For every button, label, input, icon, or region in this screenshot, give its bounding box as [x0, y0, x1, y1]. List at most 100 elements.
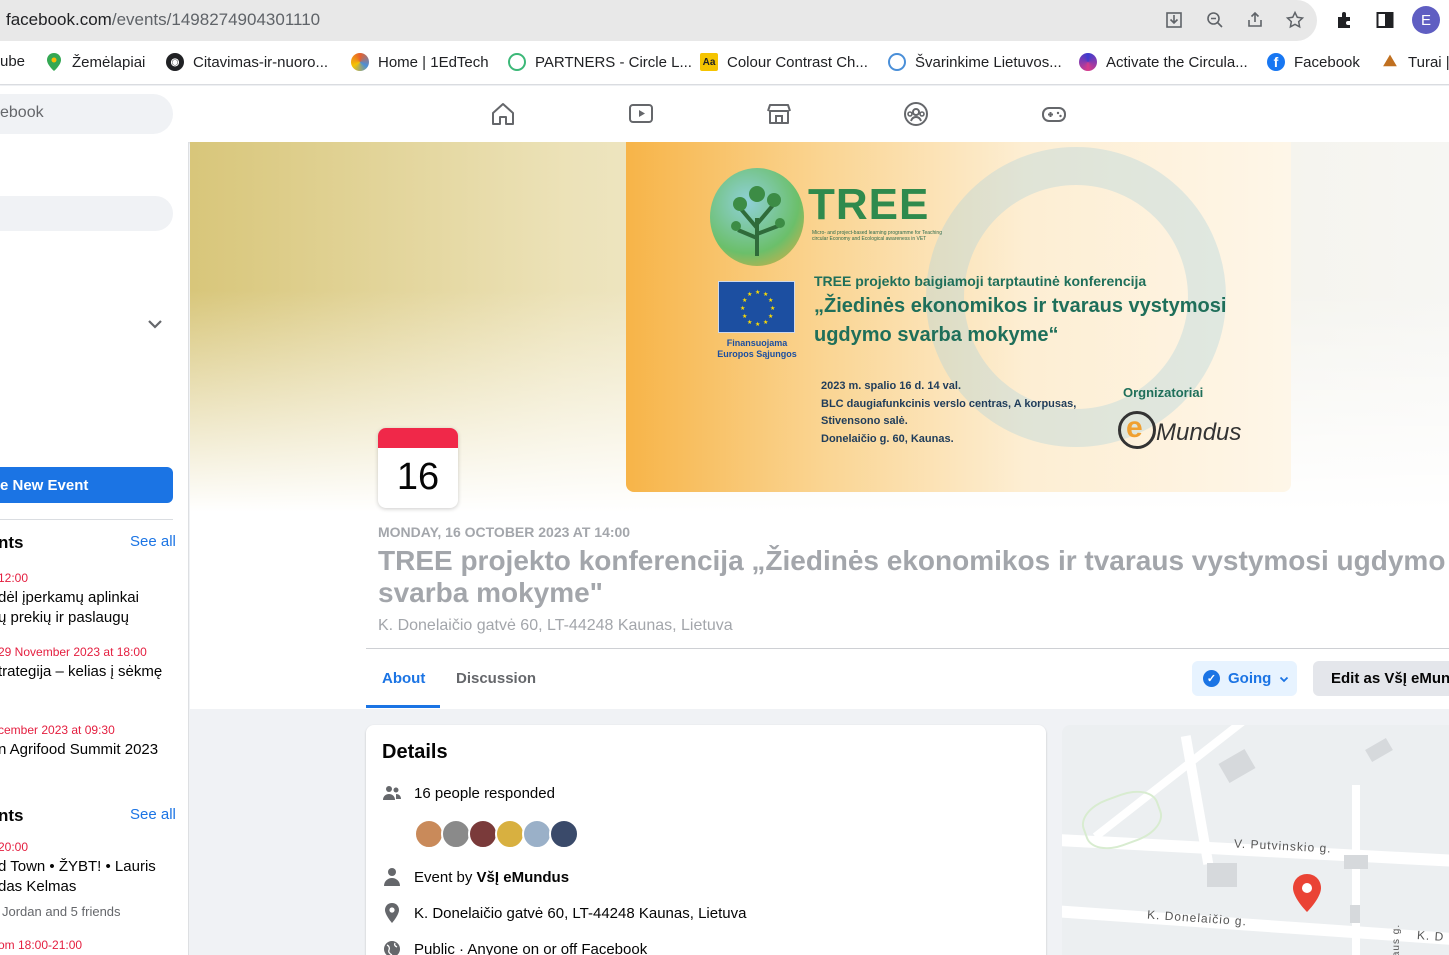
svg-text:★: ★ — [755, 321, 760, 328]
map-street-label: aus g. — [1391, 923, 1403, 955]
events-search-input[interactable] — [0, 196, 173, 231]
map-pin-icon[interactable] — [1292, 873, 1322, 913]
divider — [0, 519, 173, 520]
avatar[interactable] — [414, 819, 444, 849]
calendar-top-bar — [378, 428, 458, 448]
chevron-down-icon[interactable] — [146, 317, 164, 331]
zoom-icon[interactable] — [1203, 8, 1227, 32]
url-text[interactable]: facebook.com/events/1498274904301110 — [6, 10, 320, 30]
tree-brand: TREE — [808, 180, 930, 229]
edit-as-page-button[interactable]: Edit as VšĮ eMundus — [1313, 661, 1449, 696]
tab-discussion[interactable]: Discussion — [456, 670, 536, 687]
event-name[interactable]: trategija – kelias į sėkmę — [0, 662, 162, 682]
privacy-row: Public · Anyone on or off Facebook — [382, 939, 647, 955]
emundus-e-letter: e — [1126, 411, 1143, 444]
svg-text:★: ★ — [742, 313, 747, 320]
marketplace-icon[interactable] — [765, 100, 793, 128]
banner-subtitle: TREE projekto baigiamoji tarptautinė kon… — [814, 273, 1147, 289]
avatar[interactable] — [441, 819, 471, 849]
responded-row[interactable]: 16 people responded — [382, 783, 555, 803]
bookmark-colour-contrast[interactable]: Aa Colour Contrast Ch... — [700, 53, 868, 71]
see-all-link[interactable]: See all — [130, 806, 176, 823]
active-tab-indicator — [366, 705, 440, 708]
event-name[interactable]: das Kelmas — [0, 877, 76, 897]
event-banner: TREE Micro- and project-based learning p… — [626, 142, 1291, 492]
avatar[interactable] — [495, 819, 525, 849]
avatar[interactable] — [522, 819, 552, 849]
circle-lab-icon — [508, 53, 526, 71]
svg-text:★: ★ — [768, 313, 773, 320]
organizers-label: Orgnizatoriai — [1123, 385, 1204, 400]
event-by-row: Event by VšĮ eMundus — [382, 867, 569, 887]
share-icon[interactable] — [1243, 8, 1267, 32]
event-name[interactable]: ų prekių ir paslaugų — [0, 608, 129, 628]
location-row[interactable]: K. Donelaičio gatvė 60, LT-44248 Kaunas,… — [382, 903, 746, 923]
create-new-event-button[interactable]: e New Event — [0, 467, 173, 503]
see-all-link[interactable]: See all — [130, 533, 176, 550]
home-icon[interactable] — [489, 100, 517, 128]
responder-avatars[interactable] — [414, 819, 579, 849]
svg-text:★: ★ — [747, 291, 752, 298]
banner-title: „Žiedinės ekonomikos ir tvaraus vystymos… — [814, 295, 1227, 346]
svg-text:★: ★ — [768, 297, 773, 304]
groups-icon[interactable] — [902, 100, 930, 128]
emundus-logo: e Mundus — [1116, 407, 1246, 455]
event-date: cember 2023 at 09:30 — [0, 723, 115, 737]
facebook-search-input[interactable]: ebook — [0, 94, 173, 134]
going-button[interactable]: ✓ Going — [1192, 661, 1297, 696]
calendar-date-icon: 16 — [378, 428, 458, 508]
event-date: 20:00 — [0, 840, 29, 854]
event-friends-going: Jordan and 5 friends — [2, 904, 121, 919]
rings-icon — [888, 53, 906, 71]
calendar-day: 16 — [396, 456, 440, 498]
bookmark-activate[interactable]: Activate the Circula... — [1079, 53, 1248, 71]
going-label: Going — [1228, 670, 1272, 687]
bookmark-partners[interactable]: PARTNERS - Circle L... — [508, 53, 692, 71]
event-date: 12:00 — [0, 571, 29, 585]
organizer-link[interactable]: VšĮ eMundus — [477, 869, 570, 886]
event-title: TREE projekto konferencija „Žiedinės eko… — [378, 545, 1446, 608]
browser-toolbar: facebook.com/events/1498274904301110 E — [0, 0, 1449, 41]
side-panel-icon[interactable] — [1373, 8, 1397, 32]
location-map[interactable]: V. Putvinskio g. K. Donelaičio g. K. D a… — [1062, 725, 1449, 955]
details-card: Details 16 people responded Event by VšĮ… — [366, 725, 1046, 955]
svg-text:★: ★ — [742, 297, 747, 304]
svg-text:★: ★ — [740, 305, 745, 312]
avatar[interactable] — [468, 819, 498, 849]
map-road — [1352, 785, 1360, 955]
tree-subtitle: Micro- and project-based learning progra… — [812, 230, 942, 242]
hiker-icon: ⛰ — [1383, 53, 1397, 70]
event-address[interactable]: K. Donelaičio gatvė 60, LT-44248 Kaunas,… — [378, 617, 733, 635]
bookmark-facebook[interactable]: f Facebook — [1267, 53, 1360, 71]
watch-icon[interactable] — [627, 100, 655, 128]
svg-text:★: ★ — [770, 305, 775, 312]
person-icon — [382, 867, 402, 887]
avatar[interactable] — [549, 819, 579, 849]
maps-pin-icon — [45, 53, 63, 71]
bookmark-turai[interactable]: ⛰ Turai | — [1381, 53, 1449, 71]
map-building — [1207, 863, 1237, 887]
event-date: om 18:00-21:00 — [0, 938, 83, 952]
check-icon: ✓ — [1203, 670, 1220, 687]
bookmark-citavimas[interactable]: ◉ Citavimas-ir-nuoro... — [166, 53, 328, 71]
profile-avatar[interactable]: E — [1412, 6, 1440, 34]
address-bar[interactable]: facebook.com/events/1498274904301110 — [0, 0, 1317, 41]
section-title-upcoming: nts — [0, 533, 24, 552]
section-title-suggested: nts — [0, 806, 24, 825]
bookmark-maps[interactable]: Žemėlapiai — [45, 53, 145, 71]
install-icon[interactable] — [1162, 8, 1186, 32]
bookmark-star-icon[interactable] — [1283, 8, 1307, 32]
extensions-icon[interactable] — [1333, 8, 1357, 32]
bookmark-svarinkime[interactable]: Švarinkime Lietuvos... — [888, 53, 1062, 71]
map-building — [1344, 855, 1368, 869]
bookmark-1edtech[interactable]: Home | 1EdTech — [351, 53, 489, 71]
event-name[interactable]: n Agrifood Summit 2023 — [0, 740, 158, 760]
details-title: Details — [382, 741, 448, 763]
location-pin-icon — [382, 903, 402, 923]
svg-text:★: ★ — [747, 319, 752, 326]
gaming-icon[interactable] — [1040, 100, 1068, 128]
bookmark-youtube[interactable]: ube — [0, 53, 25, 70]
event-name[interactable]: dėl įperkamų aplinkai — [0, 588, 139, 608]
event-name[interactable]: d Town • ŽYBT! • Lauris — [0, 857, 156, 877]
tab-about[interactable]: About — [382, 670, 425, 687]
